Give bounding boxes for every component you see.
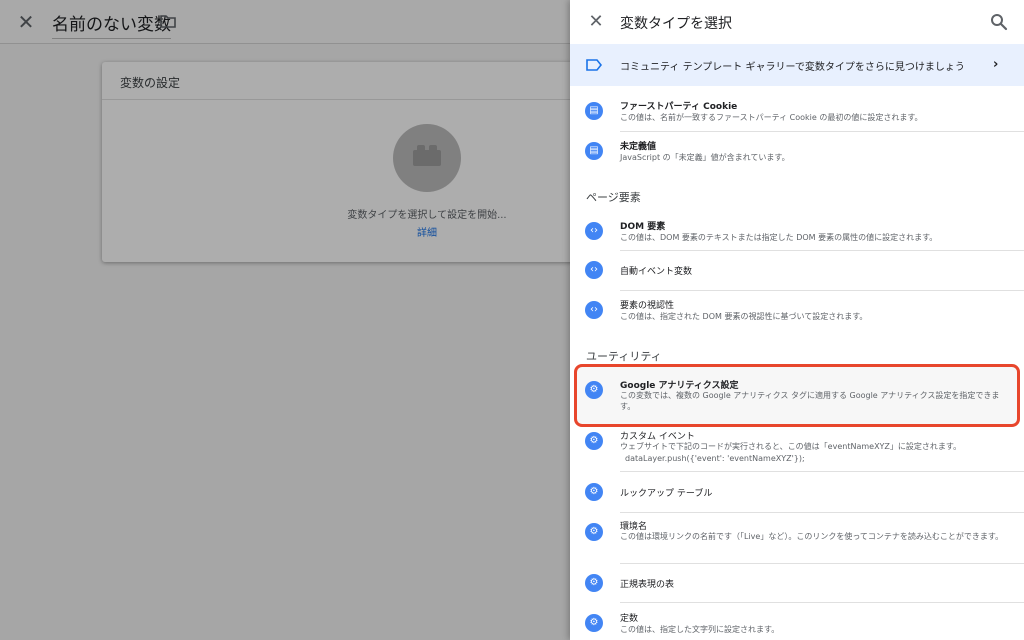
variable-type-list: ▤ ファーストパーティ Cookie この値は、名前が一致するファーストパーティ… bbox=[570, 86, 1024, 640]
gear-icon: ⚙ bbox=[585, 381, 603, 399]
section-utilities: ユーティリティ bbox=[586, 350, 662, 363]
gear-icon: ⚙ bbox=[585, 523, 603, 541]
item-title: ファーストパーティ Cookie bbox=[620, 102, 738, 112]
item-description: この値は、指定された DOM 要素の視認性に基づいて設定されます。 bbox=[620, 312, 868, 321]
gear-icon: ⚙ bbox=[585, 483, 603, 501]
item-description: この値は、名前が一致するファーストパーティ Cookie の最初の値に設定されま… bbox=[620, 113, 923, 122]
search-icon[interactable] bbox=[990, 13, 1008, 31]
item-description: この値は、指定した文字列に設定されます。 bbox=[620, 625, 780, 634]
community-gallery-banner[interactable]: コミュニティ テンプレート ギャラリーで変数タイプをさらに見つけましょう › bbox=[570, 44, 1024, 86]
divider bbox=[620, 563, 1024, 564]
item-description: JavaScript の「未定義」値が含まれています。 bbox=[620, 153, 790, 162]
code-icon: ‹› bbox=[585, 222, 603, 240]
tag-icon bbox=[586, 59, 602, 71]
divider bbox=[620, 131, 1024, 132]
panel-header: ✕ 変数タイプを選択 bbox=[570, 0, 1024, 44]
item-title: 要素の視認性 bbox=[620, 301, 675, 311]
code-icon: ‹› bbox=[585, 301, 603, 319]
chevron-right-icon: › bbox=[993, 57, 999, 72]
document-icon: ▤ bbox=[585, 102, 603, 120]
item-title: ルックアップ テーブル bbox=[620, 489, 713, 499]
divider bbox=[620, 602, 1024, 603]
item-title: 自動イベント変数 bbox=[620, 267, 693, 277]
close-icon[interactable]: ✕ bbox=[586, 12, 606, 32]
item-description: この値は、DOM 要素のテキストまたは指定した DOM 要素の属性の値に設定され… bbox=[620, 233, 938, 242]
section-page-elements: ページ要素 bbox=[586, 191, 641, 204]
divider bbox=[620, 290, 1024, 291]
item-code-sample: dataLayer.push({'event': 'eventNameXYZ'}… bbox=[625, 454, 805, 463]
item-description: この変数では、複数の Google アナリティクス タグに適用する Google… bbox=[620, 391, 1000, 411]
item-description: この値は環境リンクの名前です（「Live」など）。このリンクを使ってコンテナを読… bbox=[620, 532, 1004, 541]
document-icon: ▤ bbox=[585, 142, 603, 160]
divider bbox=[620, 512, 1024, 513]
gear-icon: ⚙ bbox=[585, 614, 603, 632]
panel-title: 変数タイプを選択 bbox=[620, 16, 732, 32]
item-title: 正規表現の表 bbox=[620, 580, 675, 590]
gear-icon: ⚙ bbox=[585, 432, 603, 450]
item-title: DOM 要素 bbox=[620, 222, 666, 232]
gallery-text: コミュニティ テンプレート ギャラリーで変数タイプをさらに見つけましょう bbox=[620, 62, 965, 73]
item-title: 定数 bbox=[620, 614, 639, 624]
code-icon: ‹› bbox=[585, 261, 603, 279]
divider bbox=[620, 471, 1024, 472]
divider bbox=[620, 250, 1024, 251]
gear-icon: ⚙ bbox=[585, 574, 603, 592]
item-description: ウェブサイトで下記のコードが実行されると、この値は「eventNameXYZ」に… bbox=[620, 442, 962, 451]
variable-type-panel: ✕ 変数タイプを選択 コミュニティ テンプレート ギャラリーで変数タイプをさらに… bbox=[570, 0, 1024, 640]
item-title: 未定義値 bbox=[620, 142, 657, 152]
